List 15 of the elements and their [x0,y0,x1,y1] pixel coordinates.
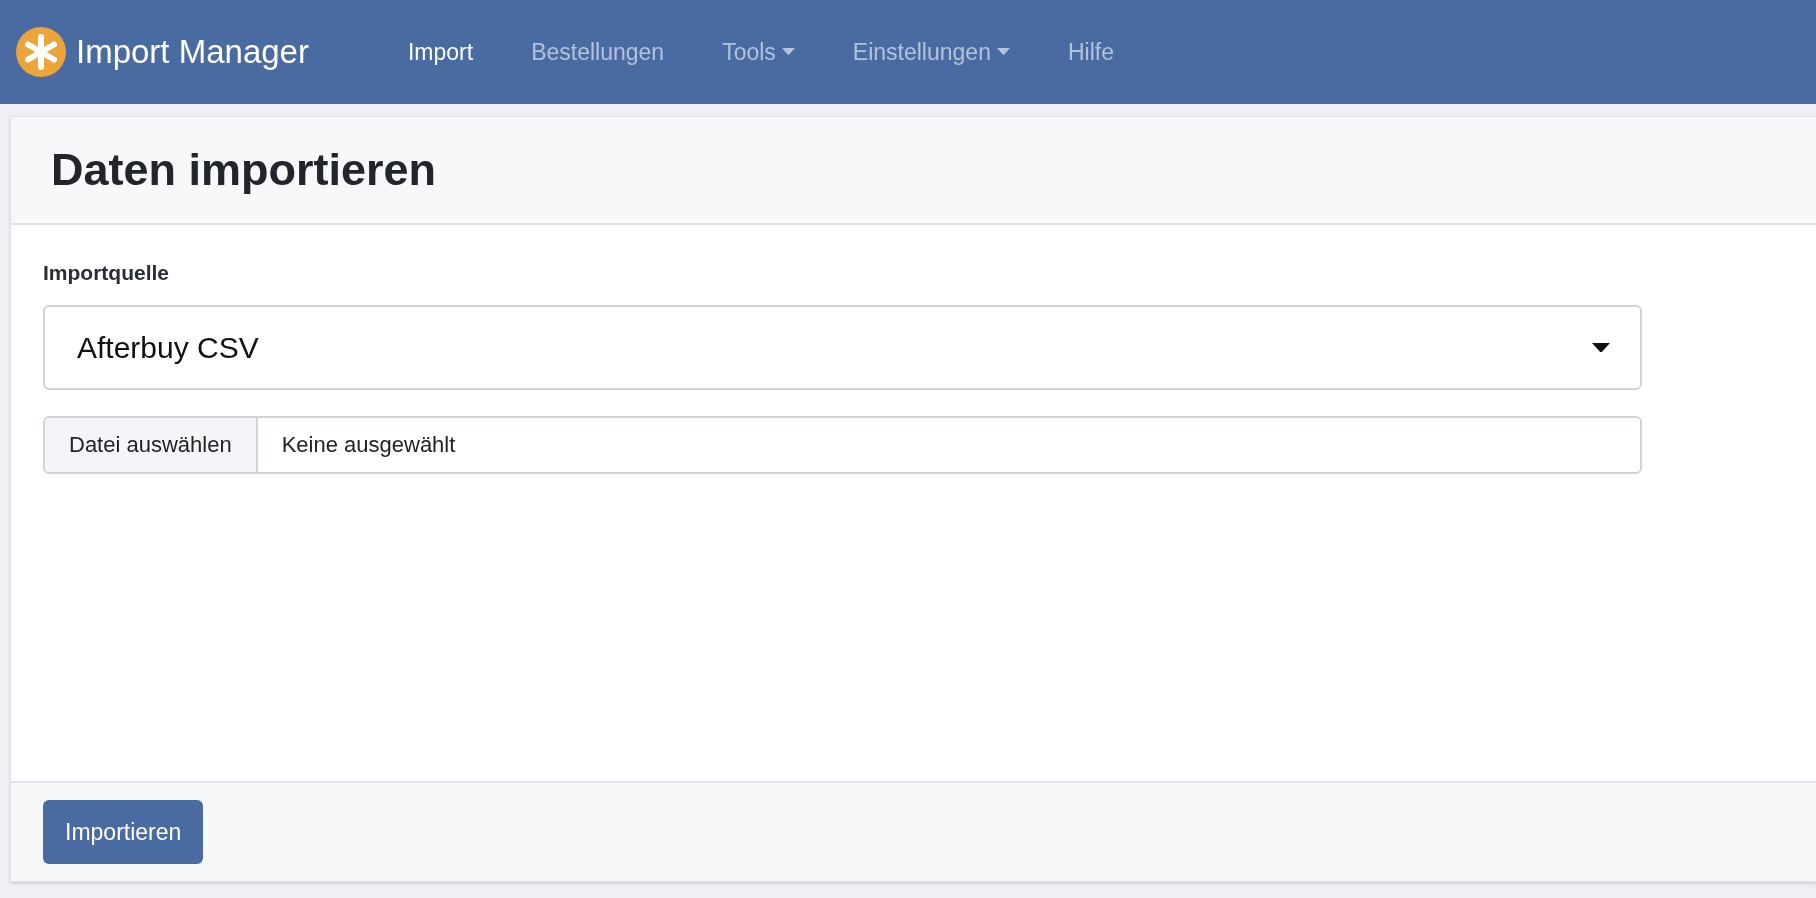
import-button[interactable]: Importieren [43,800,204,864]
source-select[interactable]: Afterbuy CSV [43,305,1642,390]
asterisk-logo-icon [16,27,66,77]
file-status: Keine ausgewählt [280,431,456,459]
nav-link[interactable]: Bestellungen [531,38,665,66]
choose-file-button[interactable]: Datei auswählen [45,418,258,472]
page-title: Daten importieren [51,144,437,196]
file-input[interactable]: Datei auswählen Keine ausgewählt [43,416,1642,474]
nav-link[interactable]: Tools [722,38,795,66]
app-title: Import Manager [76,33,309,71]
caret-icon [1592,342,1610,353]
field-label: Importquelle [43,261,170,285]
nav-link[interactable]: Einstellungen [852,38,1010,66]
nav-link[interactable]: Import [407,38,474,66]
nav-link[interactable]: Hilfe [1067,38,1114,66]
